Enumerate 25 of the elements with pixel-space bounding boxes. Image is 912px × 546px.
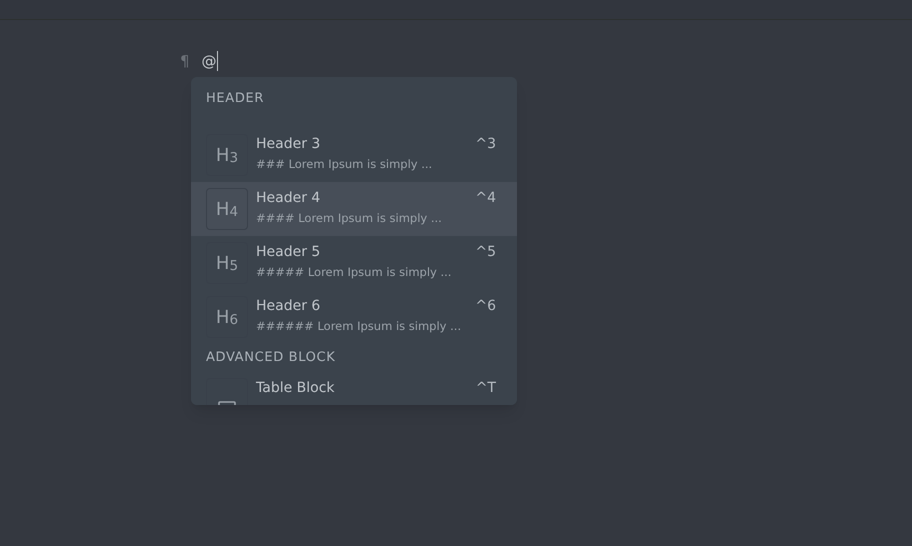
section-heading: HEADER: [205, 90, 266, 108]
shortcut-text: ^T: [476, 379, 497, 398]
item-title: Header 6: [256, 297, 322, 316]
menu-item[interactable]: Table Block ^T: [191, 372, 517, 405]
item-title: Header 4: [256, 189, 322, 208]
menu-item[interactable]: H$_{5}$ Header 5 ##### Lorem Ipsum is simply ... ^5: [191, 236, 517, 290]
menu-item[interactable]: H$_{3}$ Header 3 ### Lorem Ipsum is simply ... ^3: [191, 128, 517, 182]
text-cursor: [216, 51, 218, 71]
item-preview: ###### Lorem Ipsum is simply ...: [256, 318, 462, 335]
item-preview: ##### Lorem Ipsum is simply ...: [256, 264, 452, 281]
menu-item[interactable]: H$_{4}$ Header 4 #### Lorem Ipsum is simply ... ^4: [191, 182, 517, 236]
shortcut-text: ^3: [475, 135, 497, 154]
item-title: Header 3: [256, 135, 322, 154]
shortcut-text: ^6: [475, 297, 497, 316]
shortcut-text: ^4: [475, 189, 497, 208]
typed-text: @: [202, 50, 217, 72]
section-heading: ADVANCED BLOCK: [205, 349, 336, 368]
item-title: Table Block: [256, 379, 336, 398]
item-preview: #### Lorem Ipsum is simply ...: [256, 210, 443, 227]
heading-icon: H$_{4}$: [206, 188, 248, 230]
shortcut-text: ^5: [475, 243, 497, 262]
item-title: Header 5: [256, 243, 322, 262]
menu-item[interactable]: H$_{6}$ Header 6 ###### Lorem Ipsum is simply ... ^6: [191, 290, 517, 344]
item-preview: ### Lorem Ipsum is simply ...: [256, 156, 434, 173]
paragraph-icon: ¶: [180, 50, 190, 72]
